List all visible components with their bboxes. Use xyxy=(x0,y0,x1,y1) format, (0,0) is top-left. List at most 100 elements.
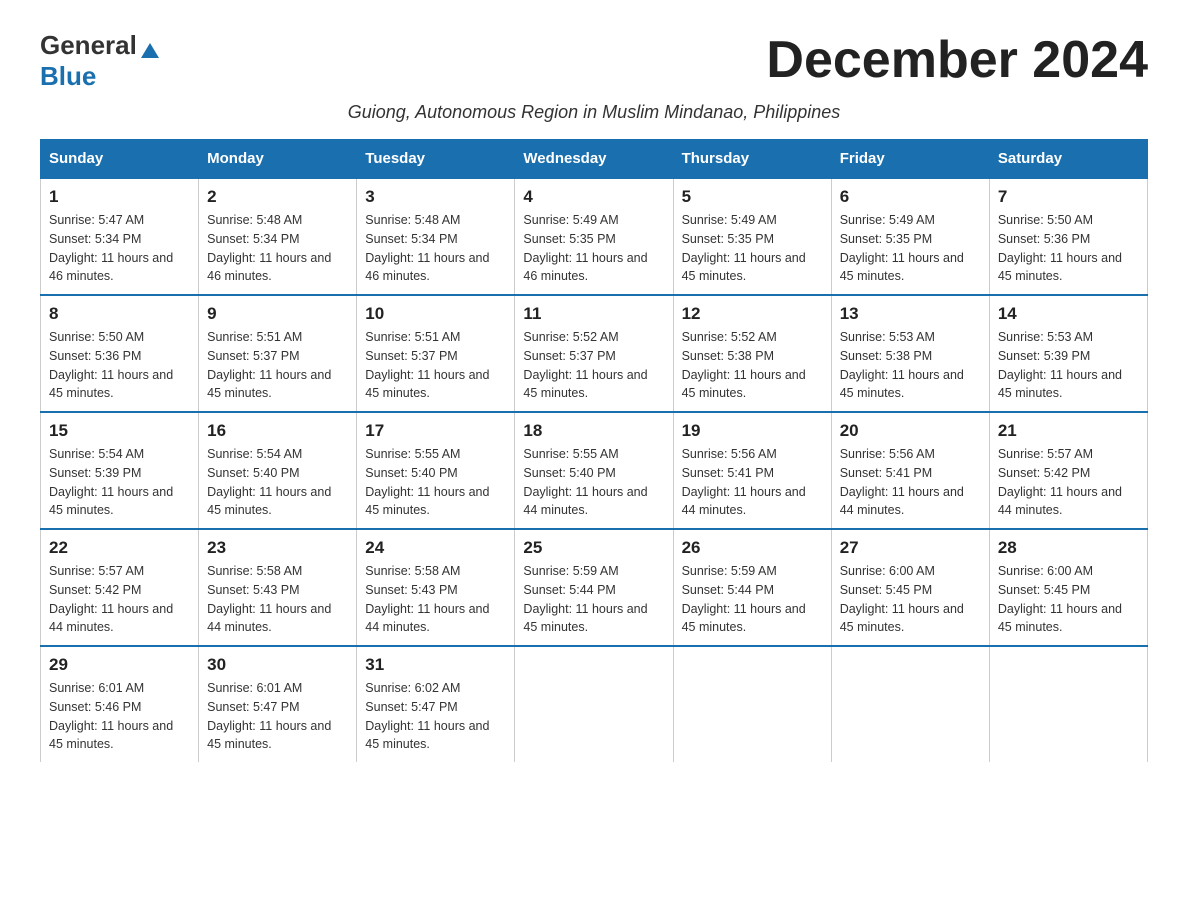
day-info: Sunrise: 5:49 AMSunset: 5:35 PMDaylight:… xyxy=(682,211,823,286)
calendar-cell: 14 Sunrise: 5:53 AMSunset: 5:39 PMDaylig… xyxy=(989,295,1147,412)
logo: General Blue xyxy=(40,30,159,92)
header-sunday: Sunday xyxy=(41,140,199,179)
day-number: 24 xyxy=(365,538,506,558)
logo-triangle xyxy=(141,43,159,58)
day-number: 27 xyxy=(840,538,981,558)
calendar-week-5: 29 Sunrise: 6:01 AMSunset: 5:46 PMDaylig… xyxy=(41,646,1148,762)
calendar-body: 1 Sunrise: 5:47 AMSunset: 5:34 PMDayligh… xyxy=(41,178,1148,762)
day-info: Sunrise: 5:54 AMSunset: 5:39 PMDaylight:… xyxy=(49,445,190,520)
calendar-table: Sunday Monday Tuesday Wednesday Thursday… xyxy=(40,139,1148,762)
calendar-cell: 15 Sunrise: 5:54 AMSunset: 5:39 PMDaylig… xyxy=(41,412,199,529)
day-number: 29 xyxy=(49,655,190,675)
calendar-cell: 18 Sunrise: 5:55 AMSunset: 5:40 PMDaylig… xyxy=(515,412,673,529)
day-number: 19 xyxy=(682,421,823,441)
header-row: Sunday Monday Tuesday Wednesday Thursday… xyxy=(41,140,1148,179)
calendar-cell: 25 Sunrise: 5:59 AMSunset: 5:44 PMDaylig… xyxy=(515,529,673,646)
calendar-cell: 26 Sunrise: 5:59 AMSunset: 5:44 PMDaylig… xyxy=(673,529,831,646)
day-info: Sunrise: 5:53 AMSunset: 5:38 PMDaylight:… xyxy=(840,328,981,403)
day-info: Sunrise: 5:57 AMSunset: 5:42 PMDaylight:… xyxy=(49,562,190,637)
calendar-cell: 10 Sunrise: 5:51 AMSunset: 5:37 PMDaylig… xyxy=(357,295,515,412)
day-number: 3 xyxy=(365,187,506,207)
calendar-cell: 6 Sunrise: 5:49 AMSunset: 5:35 PMDayligh… xyxy=(831,178,989,295)
day-info: Sunrise: 6:00 AMSunset: 5:45 PMDaylight:… xyxy=(840,562,981,637)
day-info: Sunrise: 6:01 AMSunset: 5:47 PMDaylight:… xyxy=(207,679,348,754)
day-number: 2 xyxy=(207,187,348,207)
day-info: Sunrise: 5:55 AMSunset: 5:40 PMDaylight:… xyxy=(365,445,506,520)
calendar-week-1: 1 Sunrise: 5:47 AMSunset: 5:34 PMDayligh… xyxy=(41,178,1148,295)
calendar-cell: 8 Sunrise: 5:50 AMSunset: 5:36 PMDayligh… xyxy=(41,295,199,412)
day-info: Sunrise: 5:48 AMSunset: 5:34 PMDaylight:… xyxy=(365,211,506,286)
day-number: 14 xyxy=(998,304,1139,324)
day-info: Sunrise: 5:50 AMSunset: 5:36 PMDaylight:… xyxy=(49,328,190,403)
calendar-cell: 20 Sunrise: 5:56 AMSunset: 5:41 PMDaylig… xyxy=(831,412,989,529)
day-info: Sunrise: 5:55 AMSunset: 5:40 PMDaylight:… xyxy=(523,445,664,520)
day-number: 10 xyxy=(365,304,506,324)
day-info: Sunrise: 5:59 AMSunset: 5:44 PMDaylight:… xyxy=(682,562,823,637)
page-subtitle: Guiong, Autonomous Region in Muslim Mind… xyxy=(40,102,1148,123)
calendar-cell: 4 Sunrise: 5:49 AMSunset: 5:35 PMDayligh… xyxy=(515,178,673,295)
calendar-cell: 13 Sunrise: 5:53 AMSunset: 5:38 PMDaylig… xyxy=(831,295,989,412)
logo-blue: Blue xyxy=(40,61,96,91)
day-info: Sunrise: 6:00 AMSunset: 5:45 PMDaylight:… xyxy=(998,562,1139,637)
month-title: December 2024 xyxy=(766,30,1148,90)
day-number: 16 xyxy=(207,421,348,441)
day-info: Sunrise: 5:51 AMSunset: 5:37 PMDaylight:… xyxy=(207,328,348,403)
calendar-cell: 9 Sunrise: 5:51 AMSunset: 5:37 PMDayligh… xyxy=(199,295,357,412)
day-number: 31 xyxy=(365,655,506,675)
day-number: 20 xyxy=(840,421,981,441)
day-info: Sunrise: 5:56 AMSunset: 5:41 PMDaylight:… xyxy=(682,445,823,520)
calendar-cell: 24 Sunrise: 5:58 AMSunset: 5:43 PMDaylig… xyxy=(357,529,515,646)
calendar-header: Sunday Monday Tuesday Wednesday Thursday… xyxy=(41,140,1148,179)
calendar-cell: 2 Sunrise: 5:48 AMSunset: 5:34 PMDayligh… xyxy=(199,178,357,295)
calendar-cell xyxy=(989,646,1147,762)
calendar-cell xyxy=(673,646,831,762)
day-number: 5 xyxy=(682,187,823,207)
calendar-cell: 21 Sunrise: 5:57 AMSunset: 5:42 PMDaylig… xyxy=(989,412,1147,529)
calendar-cell: 5 Sunrise: 5:49 AMSunset: 5:35 PMDayligh… xyxy=(673,178,831,295)
day-info: Sunrise: 5:47 AMSunset: 5:34 PMDaylight:… xyxy=(49,211,190,286)
day-info: Sunrise: 5:49 AMSunset: 5:35 PMDaylight:… xyxy=(840,211,981,286)
day-number: 4 xyxy=(523,187,664,207)
header-friday: Friday xyxy=(831,140,989,179)
day-info: Sunrise: 5:54 AMSunset: 5:40 PMDaylight:… xyxy=(207,445,348,520)
calendar-cell: 3 Sunrise: 5:48 AMSunset: 5:34 PMDayligh… xyxy=(357,178,515,295)
calendar-cell xyxy=(515,646,673,762)
day-number: 12 xyxy=(682,304,823,324)
day-info: Sunrise: 5:59 AMSunset: 5:44 PMDaylight:… xyxy=(523,562,664,637)
day-number: 18 xyxy=(523,421,664,441)
day-info: Sunrise: 5:50 AMSunset: 5:36 PMDaylight:… xyxy=(998,211,1139,286)
calendar-cell: 28 Sunrise: 6:00 AMSunset: 5:45 PMDaylig… xyxy=(989,529,1147,646)
calendar-cell: 19 Sunrise: 5:56 AMSunset: 5:41 PMDaylig… xyxy=(673,412,831,529)
day-number: 17 xyxy=(365,421,506,441)
day-info: Sunrise: 5:48 AMSunset: 5:34 PMDaylight:… xyxy=(207,211,348,286)
day-number: 13 xyxy=(840,304,981,324)
header-thursday: Thursday xyxy=(673,140,831,179)
day-info: Sunrise: 6:01 AMSunset: 5:46 PMDaylight:… xyxy=(49,679,190,754)
day-number: 1 xyxy=(49,187,190,207)
day-number: 30 xyxy=(207,655,348,675)
day-info: Sunrise: 5:56 AMSunset: 5:41 PMDaylight:… xyxy=(840,445,981,520)
calendar-cell: 29 Sunrise: 6:01 AMSunset: 5:46 PMDaylig… xyxy=(41,646,199,762)
calendar-cell: 11 Sunrise: 5:52 AMSunset: 5:37 PMDaylig… xyxy=(515,295,673,412)
calendar-cell: 31 Sunrise: 6:02 AMSunset: 5:47 PMDaylig… xyxy=(357,646,515,762)
day-number: 21 xyxy=(998,421,1139,441)
calendar-cell: 23 Sunrise: 5:58 AMSunset: 5:43 PMDaylig… xyxy=(199,529,357,646)
day-number: 23 xyxy=(207,538,348,558)
day-number: 11 xyxy=(523,304,664,324)
day-number: 26 xyxy=(682,538,823,558)
header-saturday: Saturday xyxy=(989,140,1147,179)
calendar-cell: 22 Sunrise: 5:57 AMSunset: 5:42 PMDaylig… xyxy=(41,529,199,646)
header-wednesday: Wednesday xyxy=(515,140,673,179)
calendar-cell: 27 Sunrise: 6:00 AMSunset: 5:45 PMDaylig… xyxy=(831,529,989,646)
calendar-week-4: 22 Sunrise: 5:57 AMSunset: 5:42 PMDaylig… xyxy=(41,529,1148,646)
day-info: Sunrise: 5:49 AMSunset: 5:35 PMDaylight:… xyxy=(523,211,664,286)
day-info: Sunrise: 5:58 AMSunset: 5:43 PMDaylight:… xyxy=(365,562,506,637)
logo-general: General xyxy=(40,30,137,61)
day-number: 6 xyxy=(840,187,981,207)
header-tuesday: Tuesday xyxy=(357,140,515,179)
day-number: 7 xyxy=(998,187,1139,207)
calendar-cell: 7 Sunrise: 5:50 AMSunset: 5:36 PMDayligh… xyxy=(989,178,1147,295)
day-info: Sunrise: 5:52 AMSunset: 5:37 PMDaylight:… xyxy=(523,328,664,403)
day-info: Sunrise: 5:57 AMSunset: 5:42 PMDaylight:… xyxy=(998,445,1139,520)
calendar-cell xyxy=(831,646,989,762)
